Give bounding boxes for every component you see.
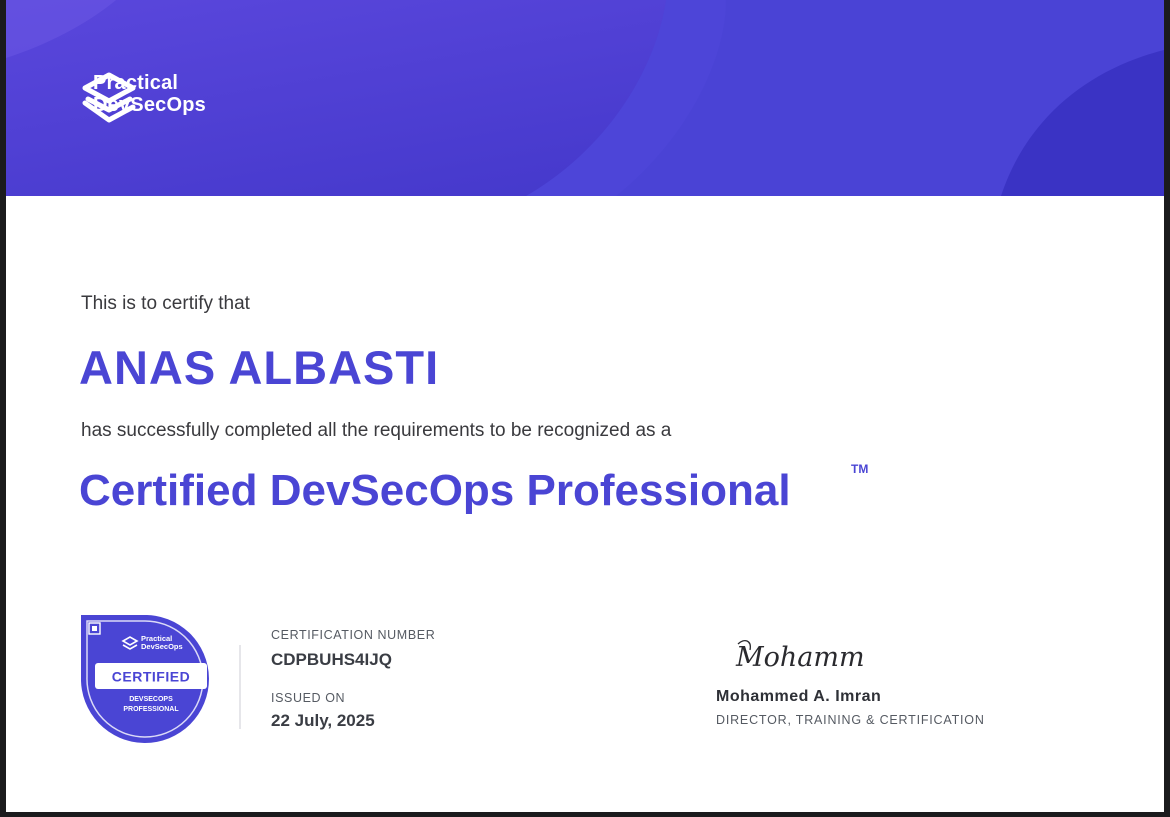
badge-subtitle-line-1: DEVSECOPS xyxy=(129,696,173,703)
certified-badge: Practical DevSecOps CERTIFIED DEVSECOPS … xyxy=(81,615,209,743)
issued-on-label: ISSUED ON xyxy=(271,691,346,705)
recipient-name: ANAS ALBASTI xyxy=(79,341,440,394)
certification-number-label: CERTIFICATION NUMBER xyxy=(271,628,436,642)
signer-name: Mohammed A. Imran xyxy=(716,688,882,705)
certification-title: Certified DevSecOps Professional xyxy=(79,466,791,515)
layers-logo-icon xyxy=(82,72,136,123)
signature-image: Mohammed xyxy=(735,639,864,673)
certification-number-value: CDPBUHS4IJQ xyxy=(271,650,392,669)
brand-logo: Practical DevSecOps xyxy=(80,72,206,123)
certify-intro: This is to certify that xyxy=(81,293,250,314)
certificate-page: Practical DevSecOps This is to certify t… xyxy=(6,0,1164,812)
badge-brand-line-2: DevSecOps xyxy=(141,642,183,651)
header-banner: Practical DevSecOps xyxy=(6,0,1164,196)
completion-statement: has successfully completed all the requi… xyxy=(81,420,672,441)
details-divider xyxy=(239,645,241,729)
signature-text: Mohammed xyxy=(735,642,864,673)
trademark-symbol: TM xyxy=(851,462,869,476)
badge-subtitle-line-2: PROFESSIONAL xyxy=(123,706,179,713)
issued-on-value: 22 July, 2025 xyxy=(271,711,375,730)
badge-ribbon-text: CERTIFIED xyxy=(112,669,190,685)
signer-role: DIRECTOR, TRAINING & CERTIFICATION xyxy=(716,713,985,727)
